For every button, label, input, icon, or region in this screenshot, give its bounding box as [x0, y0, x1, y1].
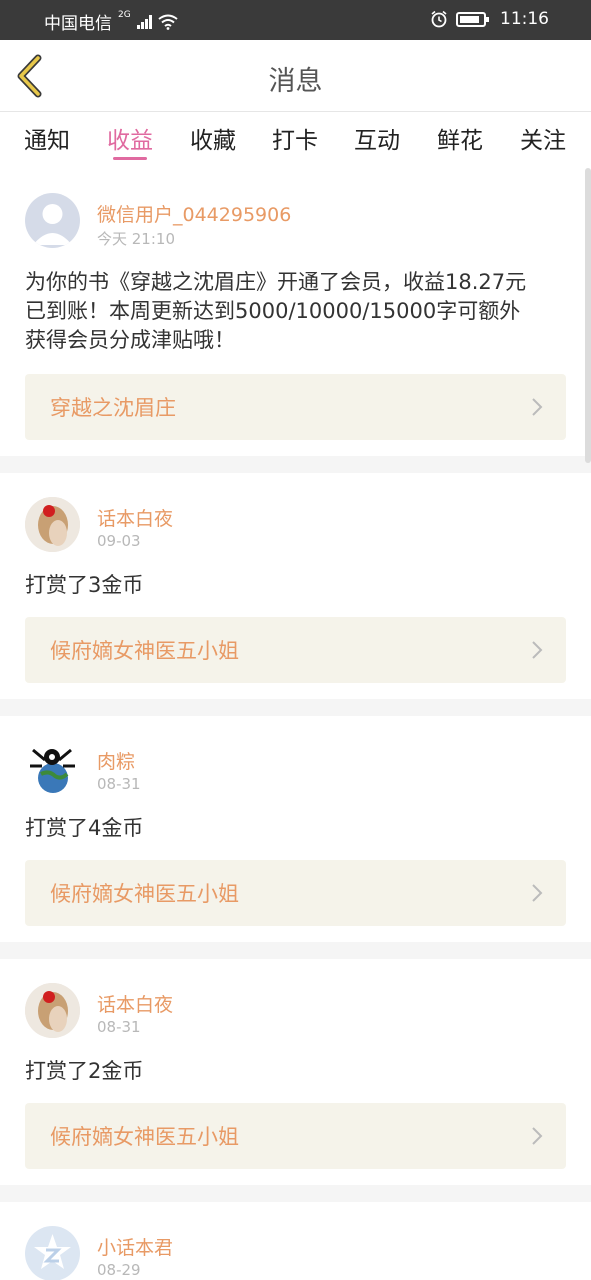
- scrollbar[interactable]: [585, 168, 591, 463]
- username[interactable]: 话本白夜: [97, 990, 173, 1017]
- message-line: 打赏了2金币: [25, 1059, 144, 1083]
- book-link[interactable]: 候府嫡女神医五小姐: [25, 860, 566, 926]
- message-line: 获得会员分成津贴哦！: [25, 328, 235, 352]
- globe-cartoon-avatar-icon: [30, 748, 75, 793]
- message-card: 肉粽 08-31 打赏了4金币 候府嫡女神医五小姐: [0, 716, 591, 942]
- wifi-icon: [158, 14, 178, 30]
- message-content: 为你的书《穿越之沈眉庄》开通了会员，收益18.27元 已到账！本周更新达到500…: [25, 268, 569, 355]
- message-line: 已到账！本周更新达到5000/10000/15000字可额外: [25, 299, 521, 323]
- book-title: 穿越之沈眉庄: [50, 396, 176, 420]
- message-list[interactable]: 微信用户_044295906 今天 21:10 为你的书《穿越之沈眉庄》开通了会…: [0, 168, 591, 1280]
- chevron-right-icon: [532, 398, 543, 416]
- username[interactable]: 微信用户_044295906: [97, 200, 291, 227]
- chevron-right-icon: [532, 641, 543, 659]
- book-title: 候府嫡女神医五小姐: [50, 882, 239, 906]
- tab-earnings[interactable]: 收益: [107, 121, 153, 155]
- message-line: 为你的书《穿越之沈眉庄》开通了会员，收益18.27元: [25, 270, 527, 294]
- active-tab-indicator: [113, 157, 147, 160]
- network-type-label: 2G: [118, 9, 131, 20]
- alarm-icon: [431, 10, 447, 28]
- message-time: 今天 21:10: [97, 230, 175, 248]
- avatar[interactable]: [25, 740, 80, 795]
- message-time: 08-31: [97, 1018, 141, 1036]
- avatar[interactable]: [25, 1226, 80, 1280]
- chevron-right-icon: [532, 1127, 543, 1145]
- book-link[interactable]: 候府嫡女神医五小姐: [25, 617, 566, 683]
- girl-photo-avatar-icon: [25, 497, 80, 552]
- chevron-right-icon: [532, 884, 543, 902]
- book-link[interactable]: 候府嫡女神医五小姐: [25, 1103, 566, 1169]
- book-title: 候府嫡女神医五小姐: [50, 639, 239, 663]
- username[interactable]: 肉粽: [97, 747, 135, 774]
- message-card: 小话本君 08-29: [0, 1202, 591, 1280]
- book-link[interactable]: 穿越之沈眉庄: [25, 374, 566, 440]
- page-title: 消息: [268, 66, 323, 97]
- tab-notice[interactable]: 通知: [24, 121, 70, 155]
- avatar[interactable]: [25, 497, 80, 552]
- message-card: 话本白夜 08-31 打赏了2金币 候府嫡女神医五小姐: [0, 959, 591, 1185]
- tab-bar: 通知 收益 收藏 打卡 互动 鲜花 关注: [0, 112, 591, 168]
- tab-favorites[interactable]: 收藏: [190, 121, 236, 155]
- carrier-label: 中国电信: [44, 14, 112, 34]
- username[interactable]: 小话本君: [97, 1233, 173, 1260]
- message-time: 09-03: [97, 532, 141, 550]
- avatar[interactable]: [25, 983, 80, 1038]
- battery-icon: [456, 11, 489, 27]
- message-content: 打赏了2金币: [25, 1057, 569, 1086]
- message-card: 微信用户_044295906 今天 21:10 为你的书《穿越之沈眉庄》开通了会…: [0, 168, 591, 456]
- tab-follow[interactable]: 关注: [520, 121, 566, 155]
- message-time: 08-31: [97, 775, 141, 793]
- girl-photo-avatar-icon: [25, 983, 80, 1038]
- tab-interaction[interactable]: 互动: [354, 121, 400, 155]
- tab-flowers[interactable]: 鲜花: [437, 121, 483, 155]
- username[interactable]: 话本白夜: [97, 504, 173, 531]
- message-line: 打赏了3金币: [25, 573, 144, 597]
- signal-icon: [136, 14, 152, 29]
- nav-bar: 消息: [0, 40, 591, 112]
- message-time: 08-29: [97, 1261, 141, 1279]
- tab-checkin[interactable]: 打卡: [272, 121, 318, 155]
- avatar[interactable]: [25, 193, 80, 248]
- clock-label: 11:16: [500, 9, 549, 29]
- message-line: 打赏了4金币: [25, 816, 144, 840]
- message-content: 打赏了4金币: [25, 814, 569, 843]
- message-card: 话本白夜 09-03 打赏了3金币 候府嫡女神医五小姐: [0, 473, 591, 699]
- status-bar: 中国电信 2G 11:16: [0, 0, 591, 40]
- default-avatar-icon: [33, 204, 72, 245]
- book-title: 候府嫡女神医五小姐: [50, 1125, 239, 1149]
- app-logo-avatar-icon: [34, 1234, 71, 1269]
- message-content: 打赏了3金币: [25, 571, 569, 600]
